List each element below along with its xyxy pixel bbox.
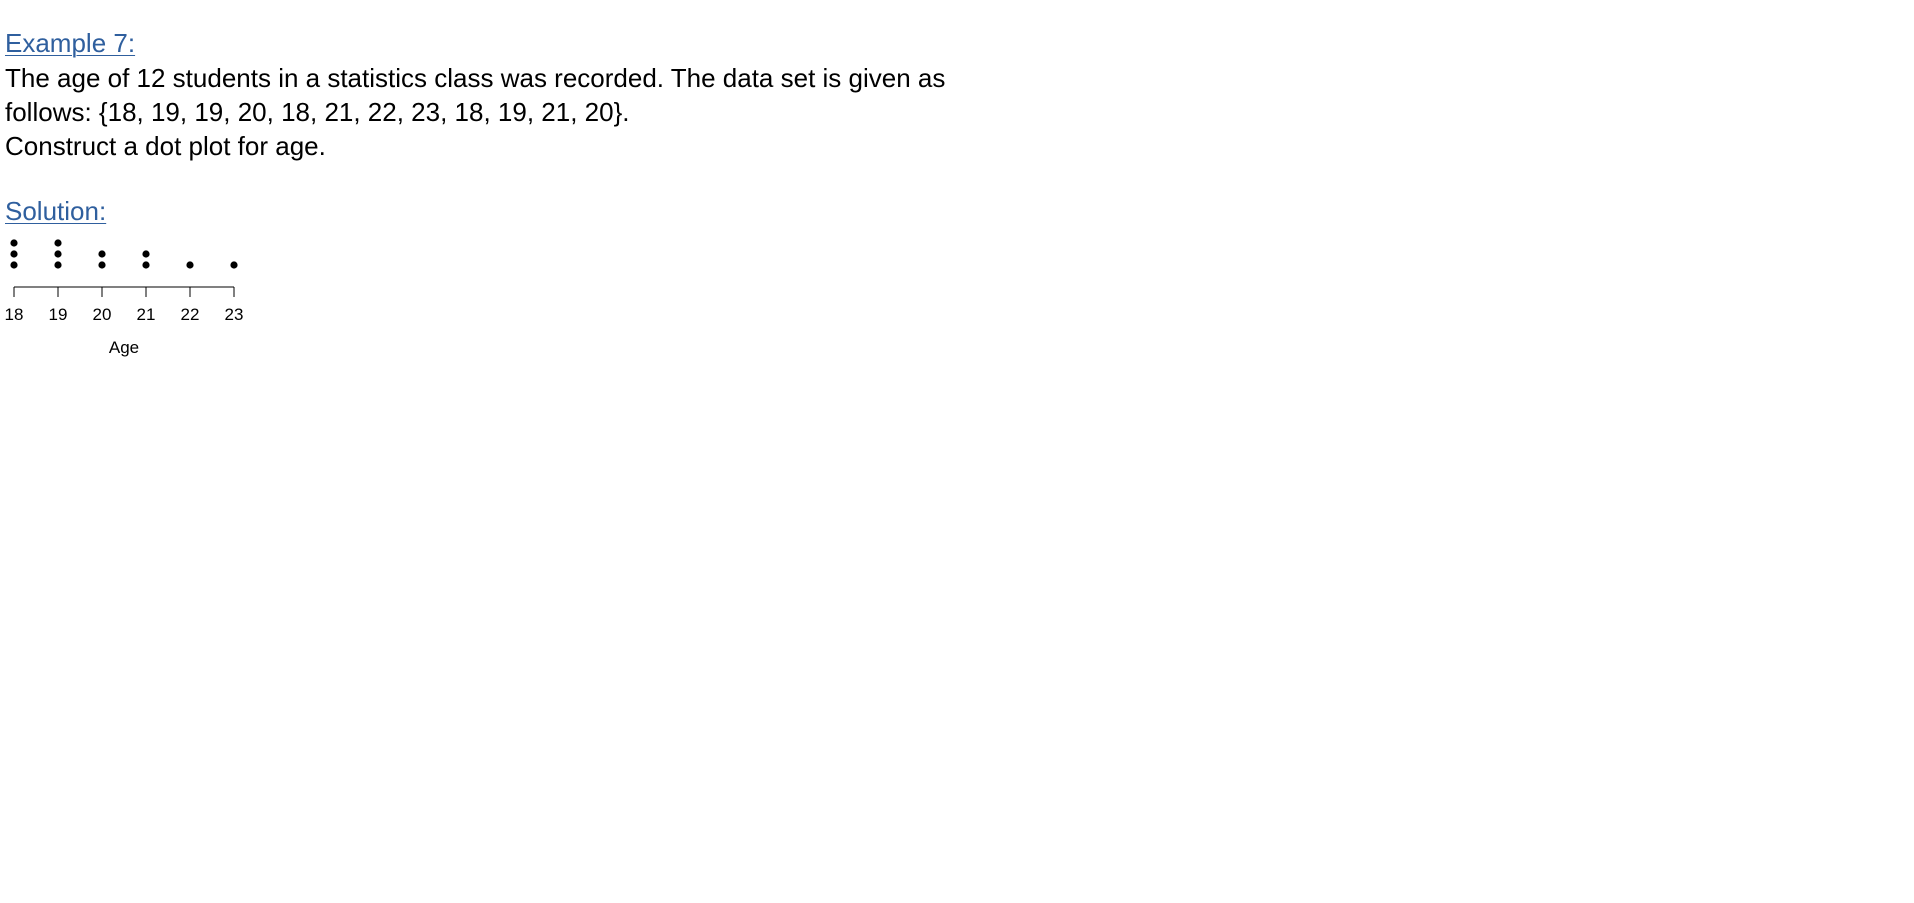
x-tick-label-21: 21 [137, 305, 156, 324]
problem-line-3: Construct a dot plot for age. [5, 131, 326, 161]
x-tick-label-22: 22 [181, 305, 200, 324]
data-dot-19-2 [54, 250, 62, 258]
problem-line-2: follows: {18, 19, 19, 20, 18, 21, 22, 23… [5, 97, 630, 127]
data-dot-19-1 [54, 261, 62, 269]
dots-group [10, 239, 238, 269]
x-tick-label-18: 18 [5, 305, 24, 324]
problem-statement: The age of 12 students in a statistics c… [5, 61, 945, 163]
data-dot-18-1 [10, 261, 18, 269]
data-dot-22-1 [186, 261, 194, 269]
x-axis: 18 19 20 21 22 23 [5, 286, 244, 324]
example-heading: Example 7: [5, 28, 136, 58]
data-dot-21-1 [142, 261, 150, 269]
x-tick-label-20: 20 [93, 305, 112, 324]
problem-line-1: The age of 12 students in a statistics c… [5, 63, 946, 93]
x-tick-label-19: 19 [49, 305, 68, 324]
data-dot-20-2 [98, 250, 106, 258]
x-tick-label-23: 23 [225, 305, 244, 324]
x-axis-title: Age [109, 338, 139, 357]
solution-heading: Solution: [5, 196, 107, 226]
data-dot-18-2 [10, 250, 18, 258]
dot-plot: 18 19 20 21 22 23 Age [5, 239, 244, 357]
data-dot-20-1 [98, 261, 106, 269]
data-dot-23-1 [230, 261, 238, 269]
data-dot-19-3 [54, 239, 62, 247]
data-dot-18-3 [10, 239, 18, 247]
data-dot-21-2 [142, 250, 150, 258]
